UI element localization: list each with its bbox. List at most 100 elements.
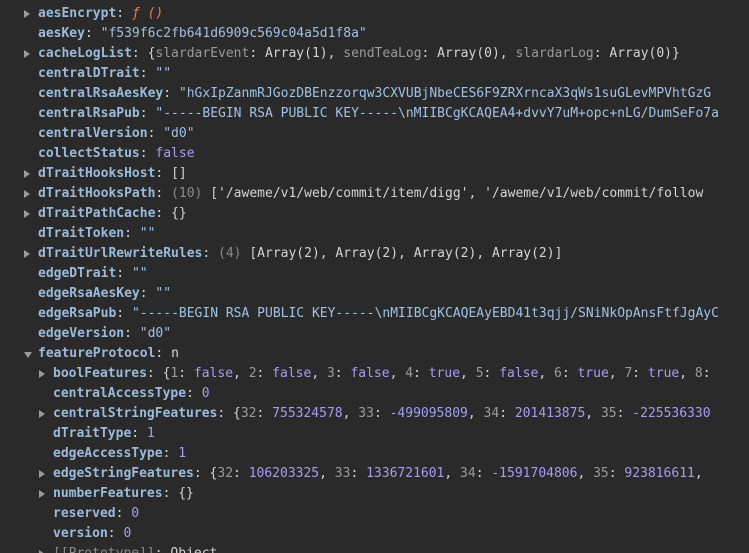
colon: :	[146, 366, 163, 381]
property-key: centralAccessType	[53, 386, 187, 401]
property-row-12[interactable]: dTraitUrlRewriteRules: (4) [Array(2), Ar…	[0, 244, 749, 264]
colon: :	[162, 446, 179, 461]
value-part: :	[475, 466, 492, 481]
property-content: reserved: 0	[53, 504, 139, 524]
expand-triangle-down-icon[interactable]	[24, 352, 32, 358]
value-part: slardarEvent	[155, 46, 250, 61]
value-part: 923816611	[624, 466, 695, 481]
expand-triangle-right-icon[interactable]	[24, 10, 30, 18]
expand-triangle-right-icon[interactable]	[39, 470, 45, 478]
property-key: reserved	[53, 506, 116, 521]
property-key: centralStringFeatures	[53, 406, 218, 421]
expand-triangle-right-icon[interactable]	[24, 170, 30, 178]
value-part: ,	[319, 466, 335, 481]
property-content: dTraitPathCache: {}	[38, 204, 187, 224]
value-part: false	[193, 366, 234, 381]
value-part: :	[373, 406, 390, 421]
colon: :	[124, 226, 140, 241]
value-part: 6	[553, 366, 562, 381]
value-part: ,	[233, 366, 249, 381]
expand-triangle-right-icon[interactable]	[24, 250, 30, 258]
expand-triangle-right-icon[interactable]	[24, 210, 30, 218]
property-key: dTraitHooksHost	[38, 166, 156, 181]
value-part: 34	[460, 466, 476, 481]
value-part: ,	[694, 466, 703, 481]
property-key: boolFeatures	[53, 366, 147, 381]
property-content: centralStringFeatures: {32: 755324578, 3…	[53, 404, 711, 424]
property-row-2[interactable]: cacheLogList: {slardarEvent: Array(1), s…	[0, 44, 749, 64]
property-key: edgeVersion	[38, 326, 125, 341]
property-key: edgeStringFeatures	[53, 466, 194, 481]
property-content: edgeStringFeatures: {32: 106203325, 33: …	[53, 464, 703, 484]
property-row-22: edgeAccessType: 1	[0, 444, 749, 464]
value-part: false	[272, 366, 312, 381]
property-content: edgeVersion: "d0"	[38, 324, 171, 344]
property-content: dTraitUrlRewriteRules: (4) [Array(2), Ar…	[38, 244, 562, 264]
value-part: -499095809	[389, 406, 468, 421]
value-part: {}	[178, 486, 194, 501]
property-row-18[interactable]: boolFeatures: {1: false, 2: false, 3: fa…	[0, 364, 749, 384]
value-part: ,	[460, 366, 476, 381]
colon: :	[162, 486, 179, 501]
value-part: false	[155, 146, 195, 161]
property-key: [[Prototype]]	[53, 546, 155, 553]
property-key: cacheLogList	[38, 46, 132, 61]
property-row-8[interactable]: dTraitHooksHost: []	[0, 164, 749, 184]
property-key: edgeRsaPub	[38, 306, 117, 321]
expand-triangle-right-icon[interactable]	[39, 410, 45, 418]
value-part: 1336721601	[366, 466, 445, 481]
colon: :	[155, 166, 172, 181]
value-part: ""	[131, 266, 148, 281]
value-part: 32	[240, 406, 257, 421]
property-key: dTraitType	[53, 426, 132, 441]
expand-triangle-right-icon[interactable]	[39, 370, 45, 378]
property-row-25: reserved: 0	[0, 504, 749, 524]
property-row-24[interactable]: numberFeatures: {}	[0, 484, 749, 504]
value-part: false	[350, 366, 390, 381]
value-part: true	[577, 366, 609, 381]
value-part: 0	[131, 506, 140, 521]
value-part: 5	[475, 366, 484, 381]
value-part: :	[702, 366, 711, 381]
colon: :	[163, 86, 179, 101]
expand-triangle-right-icon[interactable]	[24, 50, 30, 58]
property-content: collectStatus: false	[38, 144, 195, 164]
value-part: ,	[608, 366, 625, 381]
property-row-23[interactable]: edgeStringFeatures: {32: 106203325, 33: …	[0, 464, 749, 484]
colon: :	[193, 466, 210, 481]
value-part: :	[413, 366, 429, 381]
property-row-20[interactable]: centralStringFeatures: {32: 755324578, 3…	[0, 404, 749, 424]
property-content: dTraitToken: ""	[38, 224, 155, 244]
value-part: []	[171, 166, 187, 181]
property-content: [[Prototype]]: Object	[53, 544, 217, 553]
value-part: :	[256, 406, 273, 421]
property-key: dTraitUrlRewriteRules	[38, 246, 203, 261]
property-row-17[interactable]: featureProtocol: n	[0, 344, 749, 364]
property-row-27[interactable]: [[Prototype]]: Object	[0, 544, 749, 553]
value-part: :	[178, 366, 194, 381]
property-key: edgeAccessType	[53, 446, 163, 461]
property-content: edgeDTrait: ""	[38, 264, 148, 284]
property-content: aesKey: "f539f6c2fb641d6909c569c04a5d1f8…	[38, 24, 367, 44]
value-part: ,	[577, 466, 594, 481]
property-row-7: collectStatus: false	[0, 144, 749, 164]
colon: :	[124, 326, 140, 341]
property-row-9[interactable]: dTraitHooksPath: (10) ['/aweme/v1/web/co…	[0, 184, 749, 204]
value-part: {	[233, 406, 241, 421]
property-row-10[interactable]: dTraitPathCache: {}	[0, 204, 749, 224]
value-part: 201413875	[514, 406, 586, 421]
value-part: :	[350, 466, 367, 481]
colon: :	[116, 306, 132, 321]
property-key: edgeRsaAesKey	[38, 286, 140, 301]
expand-triangle-right-icon[interactable]	[39, 490, 45, 498]
property-content: dTraitHooksHost: []	[38, 164, 187, 184]
property-row-0[interactable]: aesEncrypt: ƒ ()	[0, 4, 749, 24]
property-row-6: centralVersion: "d0"	[0, 124, 749, 144]
property-row-21: dTraitType: 1	[0, 424, 749, 444]
value-part: ,	[389, 366, 406, 381]
value-part: : Object	[155, 546, 218, 553]
colon: :	[217, 406, 234, 421]
expand-triangle-right-icon[interactable]	[24, 190, 30, 198]
value-part: ,	[311, 366, 327, 381]
value-part: 106203325	[248, 466, 320, 481]
